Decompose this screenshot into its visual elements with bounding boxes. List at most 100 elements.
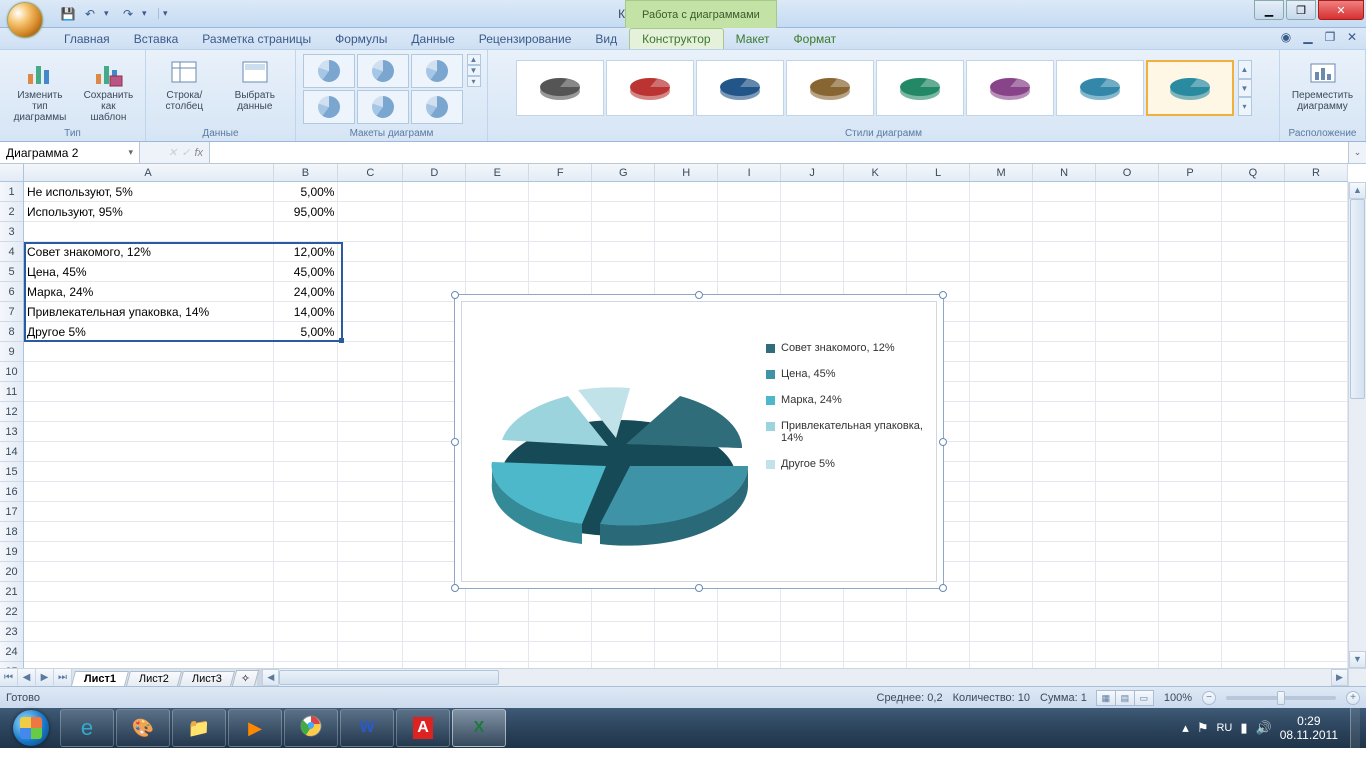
cell[interactable] <box>338 522 403 542</box>
scroll-left-icon[interactable]: ◀ <box>262 669 279 686</box>
cell[interactable] <box>1033 182 1096 202</box>
legend-item[interactable]: Другое 5% <box>766 458 926 470</box>
cell[interactable] <box>970 622 1033 642</box>
cell[interactable] <box>274 442 339 462</box>
cell[interactable] <box>592 602 655 622</box>
cell[interactable] <box>844 642 907 662</box>
cell[interactable] <box>844 222 907 242</box>
cell[interactable] <box>529 242 592 262</box>
cell[interactable] <box>24 642 274 662</box>
cell[interactable] <box>592 182 655 202</box>
chart-layouts-gallery[interactable] <box>303 54 463 124</box>
scroll-right-icon[interactable]: ▶ <box>1331 669 1348 686</box>
select-data-button[interactable]: Выбрать данные <box>221 54 289 114</box>
cell[interactable] <box>466 182 529 202</box>
language-indicator[interactable]: RU <box>1216 722 1232 734</box>
cell[interactable] <box>1159 202 1222 222</box>
cell[interactable] <box>338 462 403 482</box>
cell[interactable] <box>1285 262 1348 282</box>
row-header[interactable]: 5 <box>0 262 23 282</box>
cell[interactable] <box>970 382 1033 402</box>
column-header[interactable]: H <box>655 164 718 181</box>
undo-dropdown-icon[interactable]: ▾ <box>104 8 114 19</box>
cell[interactable] <box>1159 262 1222 282</box>
taskbar[interactable]: e 🎨 📁 ▶ W A X ▴ ⚑ RU ▮ 🔊 0:2908.11.2011 <box>0 708 1366 748</box>
cell[interactable] <box>1033 562 1096 582</box>
cell[interactable] <box>338 262 403 282</box>
cell[interactable] <box>970 522 1033 542</box>
cell[interactable] <box>274 342 339 362</box>
cell[interactable] <box>655 222 718 242</box>
cell[interactable] <box>1159 562 1222 582</box>
tab-chart-format[interactable]: Формат <box>782 29 849 49</box>
worksheet-grid[interactable]: ABCDEFGHIJKLMNOPQR 123456789101112131415… <box>0 164 1366 686</box>
cell[interactable] <box>466 602 529 622</box>
cell[interactable] <box>718 182 781 202</box>
cell[interactable] <box>274 562 339 582</box>
cell[interactable]: 12,00% <box>274 242 339 262</box>
style-item[interactable] <box>786 60 874 116</box>
cell[interactable] <box>655 202 718 222</box>
undo-icon[interactable]: ↶ <box>82 6 98 22</box>
cell[interactable] <box>1285 302 1348 322</box>
qat-customize-icon[interactable]: ▾ <box>158 8 168 19</box>
cell[interactable] <box>718 202 781 222</box>
scroll-up-icon[interactable]: ▲ <box>1349 182 1366 199</box>
doc-minimize-icon[interactable]: ▁ <box>1300 30 1316 44</box>
row-header[interactable]: 16 <box>0 482 23 502</box>
start-button[interactable] <box>4 708 58 748</box>
cell[interactable] <box>1159 582 1222 602</box>
cell[interactable]: Привлекательная упаковка, 14% <box>24 302 274 322</box>
task-word[interactable]: W <box>340 709 394 747</box>
save-as-template-button[interactable]: Сохранить как шаблон <box>78 54 139 125</box>
cell[interactable] <box>403 262 466 282</box>
cell[interactable] <box>655 642 718 662</box>
view-normal-icon[interactable]: ▦ <box>1096 690 1116 706</box>
cell[interactable]: Используют, 95% <box>24 202 274 222</box>
cell[interactable] <box>403 622 466 642</box>
row-header[interactable]: 24 <box>0 642 23 662</box>
column-header[interactable]: C <box>338 164 403 181</box>
cell[interactable] <box>1222 382 1285 402</box>
view-pagelayout-icon[interactable]: ▤ <box>1115 690 1135 706</box>
cell[interactable] <box>1285 442 1348 462</box>
cell[interactable] <box>1222 182 1285 202</box>
vertical-scrollbar[interactable]: ▲ ▼ <box>1348 182 1366 668</box>
cell[interactable] <box>1159 422 1222 442</box>
cell[interactable] <box>24 462 274 482</box>
insert-sheet-button[interactable]: ✧ <box>232 670 260 686</box>
cell[interactable] <box>781 242 844 262</box>
row-header[interactable]: 4 <box>0 242 23 262</box>
scroll-down-icon[interactable]: ▼ <box>1349 651 1366 668</box>
cell[interactable] <box>970 562 1033 582</box>
cell[interactable] <box>970 402 1033 422</box>
legend-item[interactable]: Совет знакомого, 12% <box>766 342 926 354</box>
cell[interactable] <box>403 182 466 202</box>
cell[interactable] <box>1285 642 1348 662</box>
cell[interactable] <box>1222 542 1285 562</box>
cell[interactable] <box>274 642 339 662</box>
cell[interactable] <box>1159 502 1222 522</box>
cell[interactable] <box>592 262 655 282</box>
cell[interactable] <box>1159 482 1222 502</box>
cell[interactable] <box>1096 522 1159 542</box>
styles-scroll[interactable]: ▲▼▾ <box>1238 60 1252 116</box>
cell[interactable] <box>274 462 339 482</box>
row-header[interactable]: 7 <box>0 302 23 322</box>
cell[interactable] <box>529 642 592 662</box>
name-box[interactable]: Диаграмма 2▾ <box>0 142 140 163</box>
cell[interactable] <box>24 602 274 622</box>
row-header[interactable]: 1 <box>0 182 23 202</box>
cell[interactable] <box>1033 642 1096 662</box>
redo-icon[interactable]: ↷ <box>120 6 136 22</box>
cell[interactable] <box>1285 222 1348 242</box>
style-item[interactable] <box>696 60 784 116</box>
cell[interactable] <box>1285 182 1348 202</box>
chart-styles-gallery[interactable] <box>516 60 1234 116</box>
cell[interactable] <box>970 482 1033 502</box>
sheet-tabs[interactable]: Лист1Лист2Лист3✧ <box>72 669 257 686</box>
cell[interactable] <box>1096 542 1159 562</box>
cell[interactable] <box>338 362 403 382</box>
row-header[interactable]: 23 <box>0 622 23 642</box>
layout-item[interactable] <box>303 54 355 88</box>
